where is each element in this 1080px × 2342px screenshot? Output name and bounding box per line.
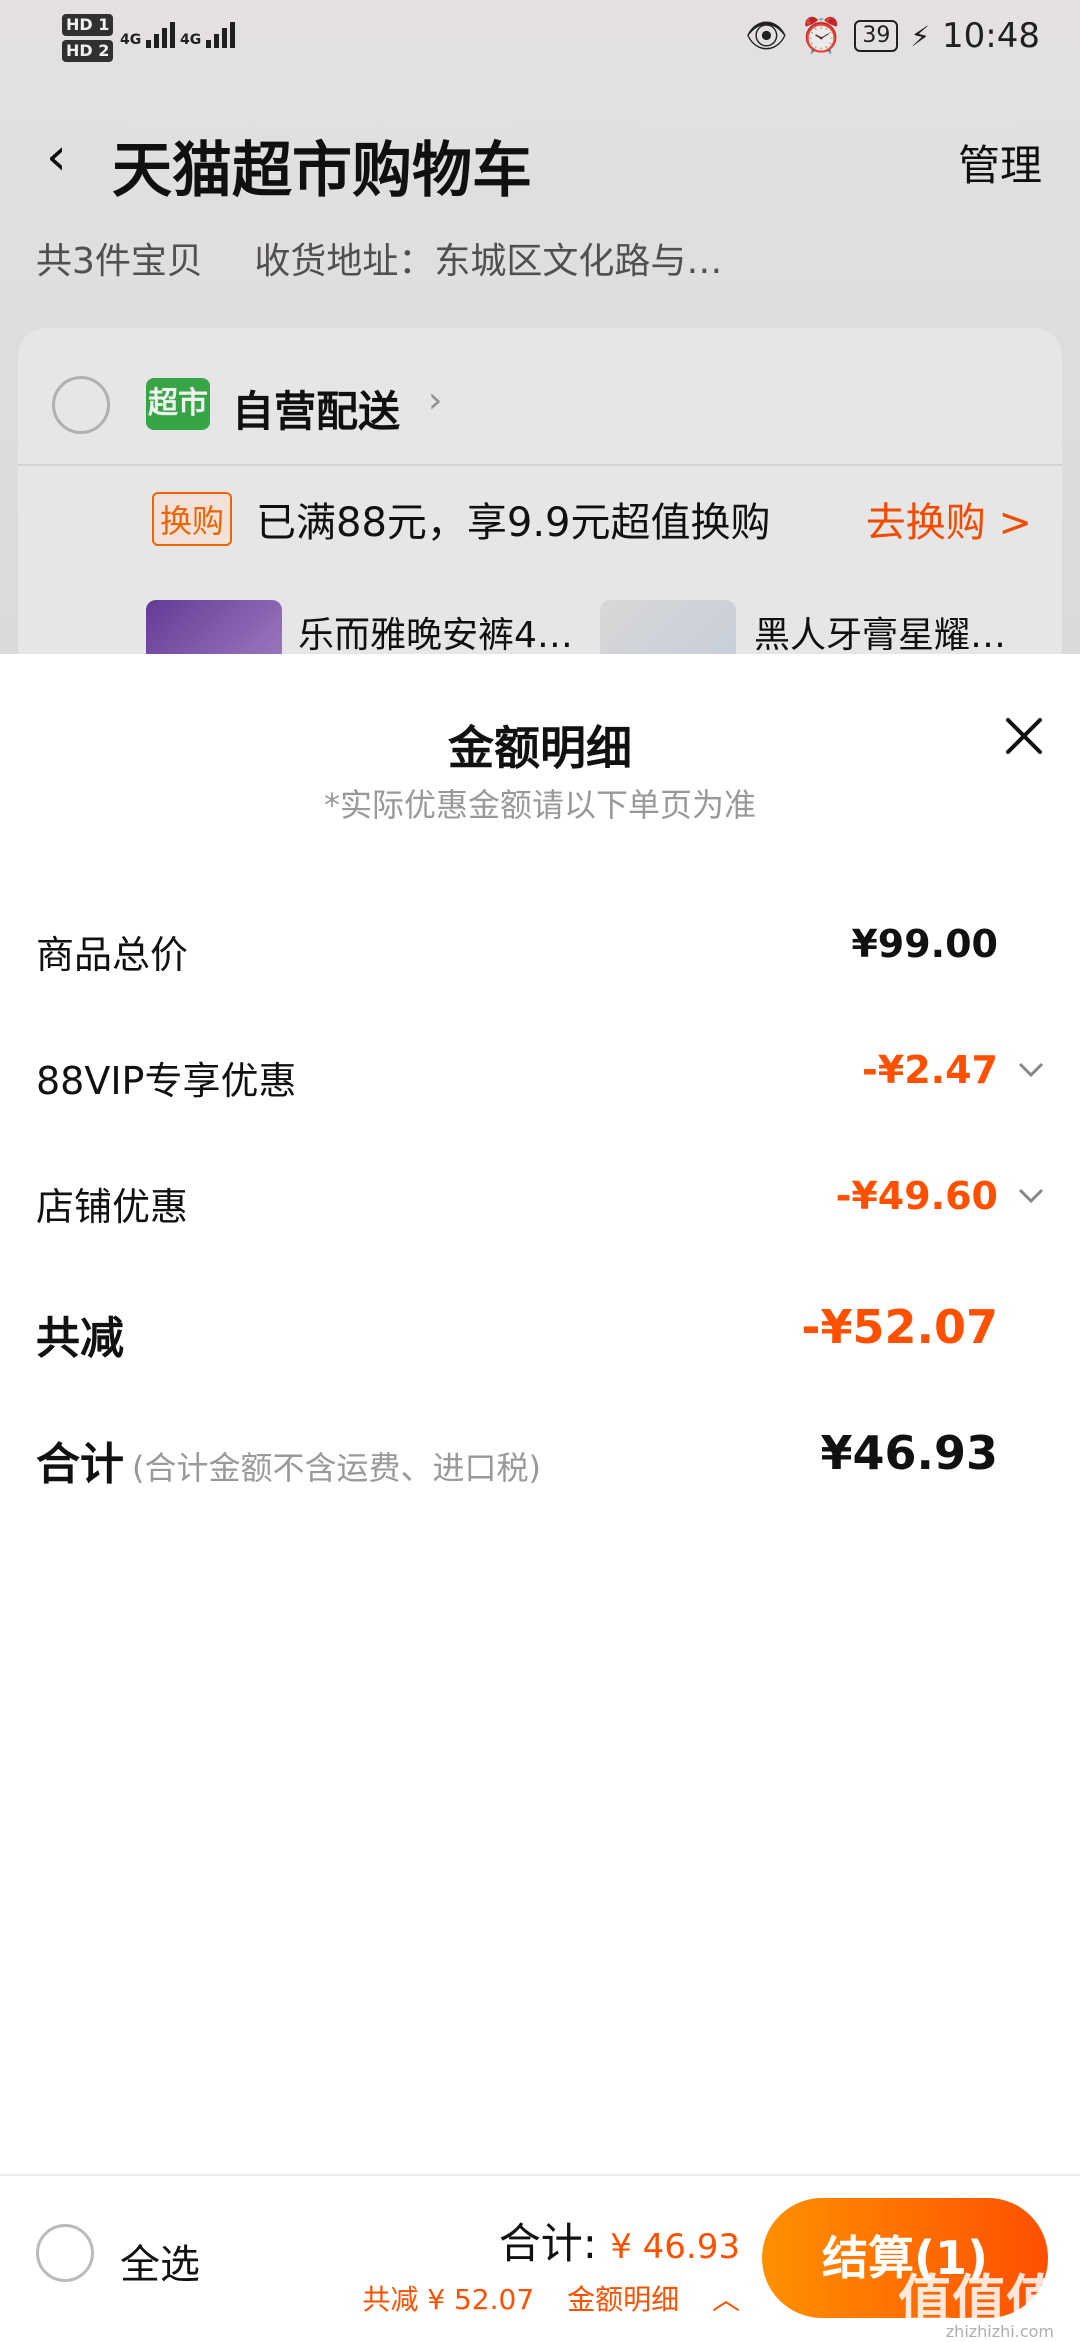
row-grand-total: 合计 (合计金额不含运费、进口税) ¥46.93 (36, 1420, 1046, 1490)
row-label: 88VIP专享优惠 (36, 1059, 297, 1103)
checkout-bar: 全选 合计: ¥ 46.93 共减 ¥ 52.07 金额明细 ︿ 结算(1) 值… (0, 2174, 1080, 2342)
select-all-label[interactable]: 全选 (120, 2232, 200, 2290)
amount-detail-toggle[interactable]: 金额明细 (567, 2283, 679, 2316)
row-total-saved: 共减 -¥52.07 (36, 1294, 1046, 1364)
select-all-radio[interactable] (36, 2224, 94, 2282)
watermark-url: zhizhizhi.com (945, 2322, 1054, 2341)
row-amount: ¥46.93 (820, 1426, 998, 1480)
row-amount: ¥99.00 (851, 922, 998, 966)
row-subtotal: 商品总价 ¥99.00 (36, 912, 1046, 982)
total-label: 合计: (498, 2219, 597, 2268)
total-value: ¥ 46.93 (610, 2227, 740, 2267)
row-note: (合计金额不含运费、进口税) (132, 1449, 541, 1487)
chevron-down-icon[interactable] (1016, 1054, 1046, 1084)
saved-line[interactable]: 共减 ¥ 52.07 金额明细 ︿ (338, 2278, 740, 2318)
row-vip-discount[interactable]: 88VIP专享优惠 -¥2.47 (36, 1038, 1046, 1108)
row-store-discount[interactable]: 店铺优惠 -¥49.60 (36, 1164, 1046, 1234)
row-label: 店铺优惠 (36, 1185, 189, 1229)
total-line: 合计: ¥ 46.93 (499, 2210, 740, 2271)
chevron-up-icon[interactable]: ︿ (712, 2283, 740, 2316)
modal-backdrop[interactable] (0, 0, 1080, 654)
sheet-title: 金额明细 (448, 721, 632, 775)
row-amount: -¥52.07 (801, 1300, 998, 1354)
row-label: 商品总价 (36, 933, 189, 977)
chevron-down-icon[interactable] (1016, 1180, 1046, 1210)
saved-amount: 共减 ¥ 52.07 (362, 2283, 535, 2316)
row-label-wrap: 合计 (合计金额不含运费、进口税) (36, 1428, 541, 1492)
sheet-subtitle: *实际优惠金额请以下单页为准 (323, 786, 756, 824)
cart-page-background: HD 1 HD 2 4G 4G 👁 ⏰ 39 ⚡ 10:48 ‹ 天猫超市购物车… (0, 0, 1080, 654)
close-icon[interactable] (996, 708, 1052, 764)
amount-detail-sheet: 金额明细 *实际优惠金额请以下单页为准 商品总价 ¥99.00 88VIP专享优… (0, 654, 1080, 2174)
row-amount: -¥49.60 (835, 1174, 998, 1218)
row-label: 合计 (36, 1439, 124, 1490)
row-label: 共减 (36, 1313, 124, 1364)
row-amount: -¥2.47 (862, 1048, 998, 1092)
